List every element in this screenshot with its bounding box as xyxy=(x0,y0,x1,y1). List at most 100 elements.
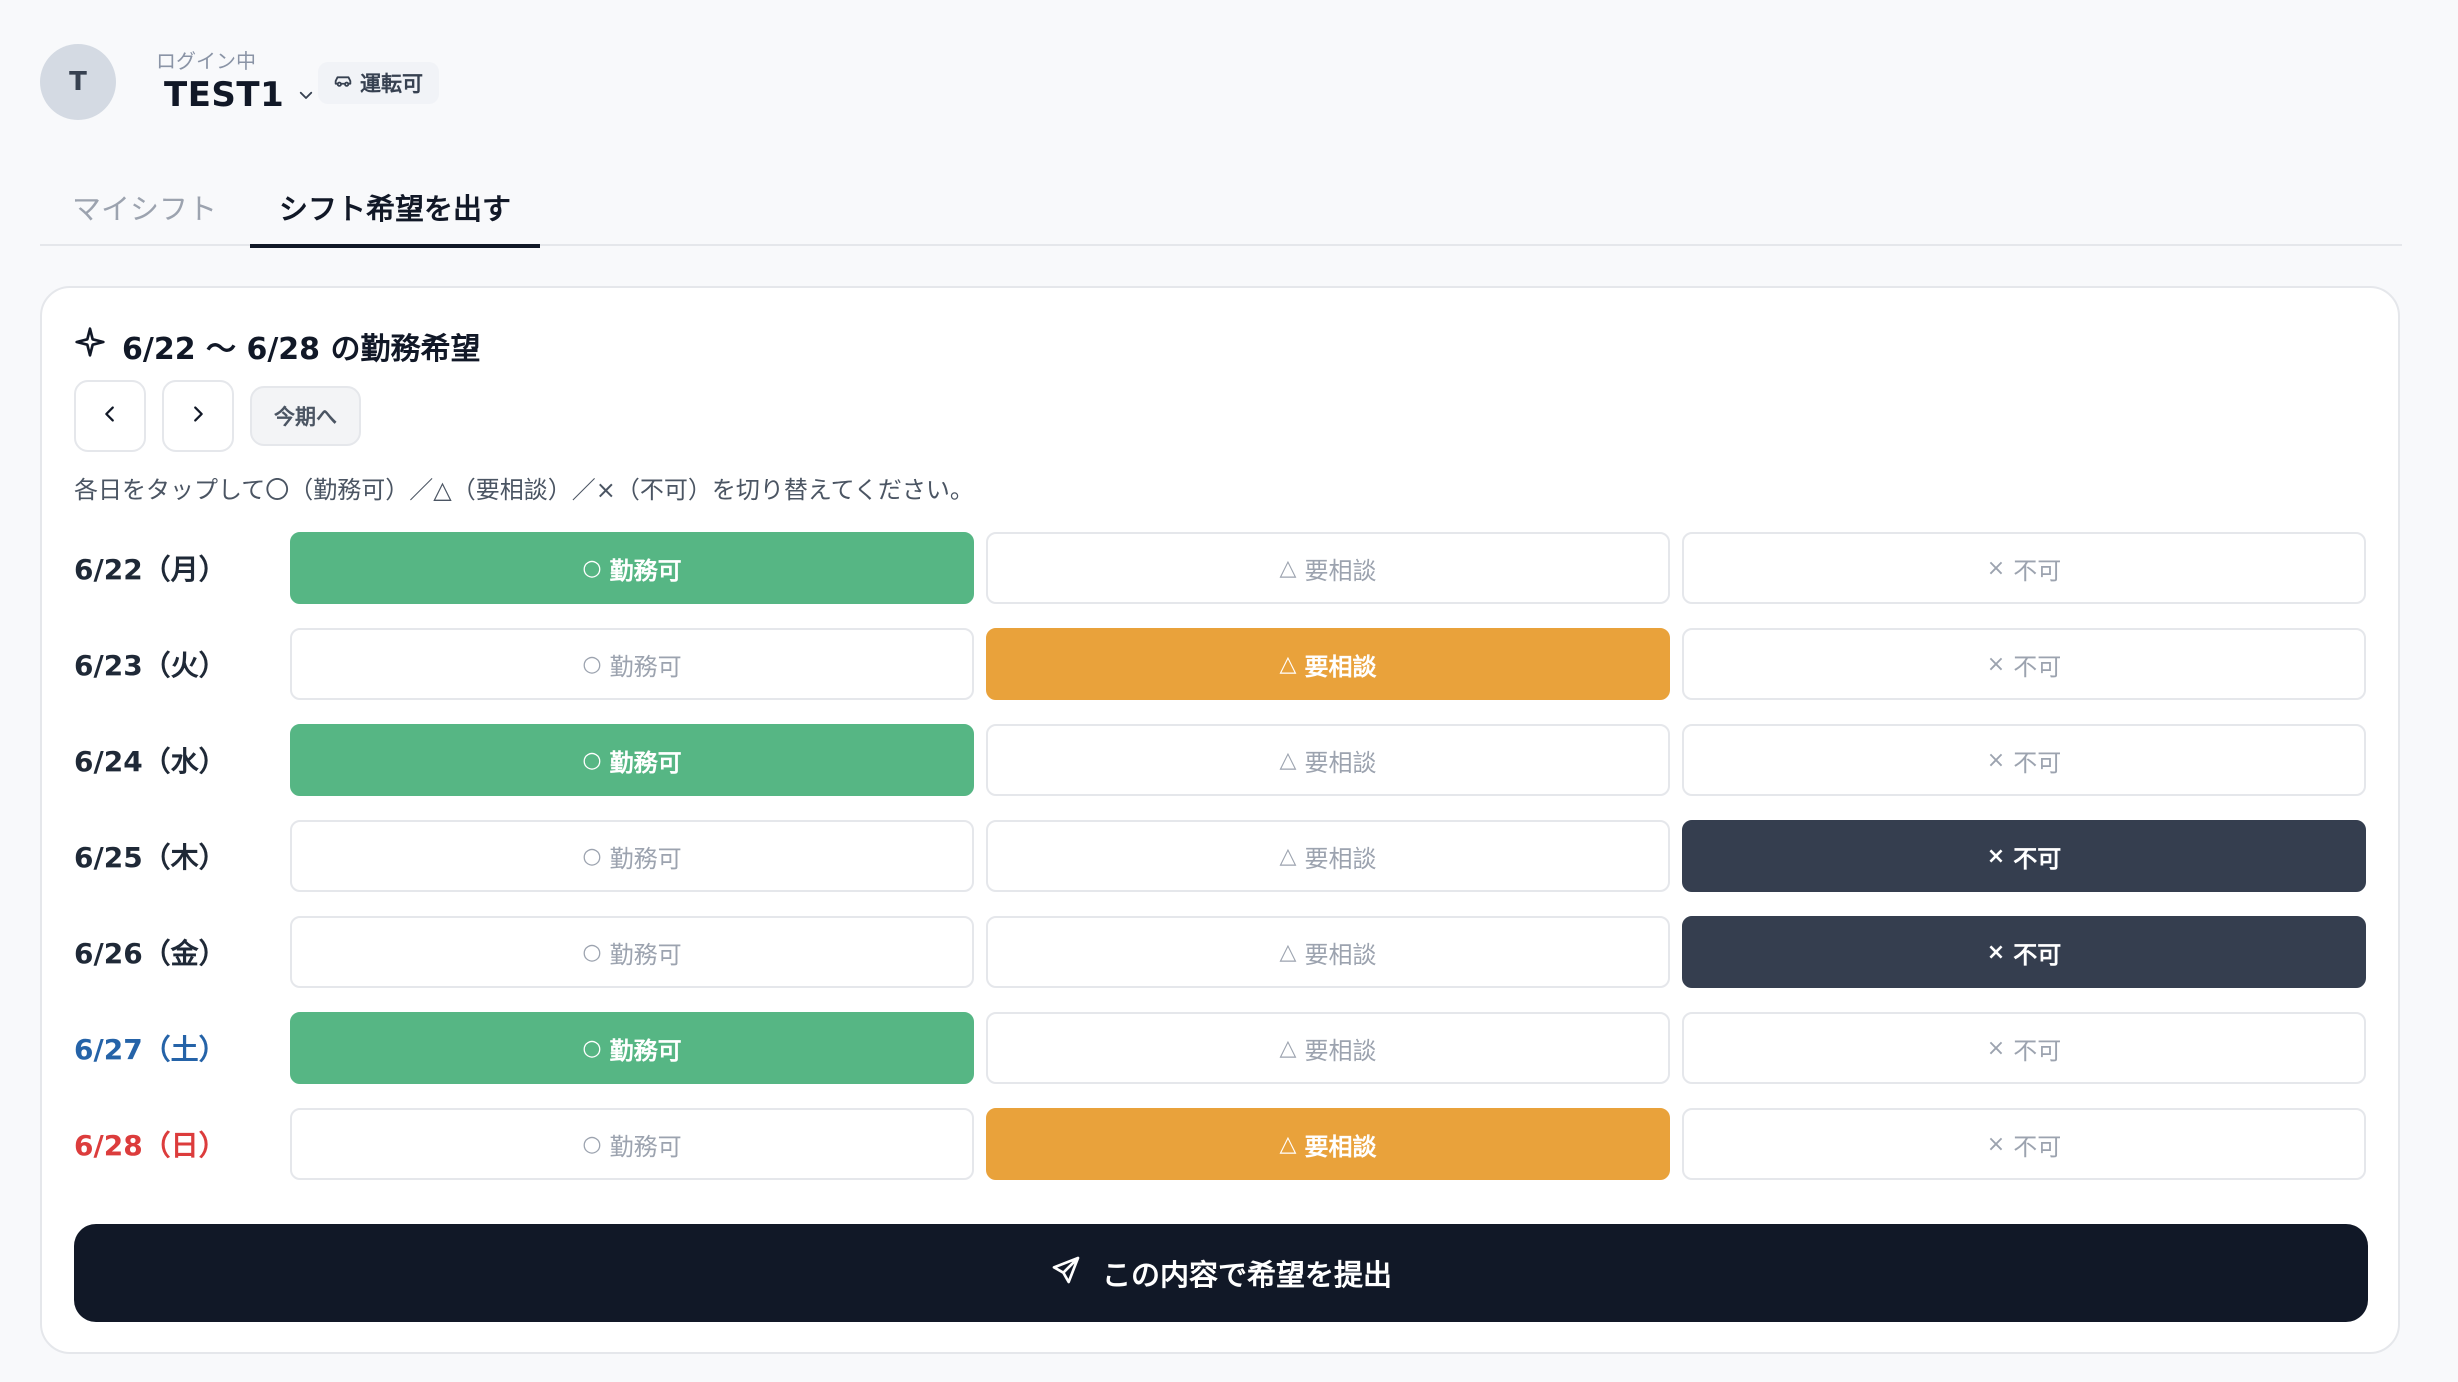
day-date-label: 6/22（月） xyxy=(74,553,227,586)
option-consult-button[interactable]: △ 要相談 xyxy=(986,1012,1670,1084)
day-date-label: 6/28（日） xyxy=(74,1129,227,1162)
option-available-label: 勤務可 xyxy=(609,652,682,681)
chevron-down-icon xyxy=(296,85,316,105)
login-status-label: ログイン中 xyxy=(156,49,256,73)
option-available-symbol: ○ xyxy=(582,747,602,773)
drive-ok-label: 運転可 xyxy=(360,72,423,96)
option-consult-symbol: △ xyxy=(1279,1035,1297,1061)
option-unavailable-button[interactable]: × 不可 xyxy=(1682,1012,2366,1084)
option-consult-symbol: △ xyxy=(1279,939,1297,965)
option-consult-button[interactable]: △ 要相談 xyxy=(986,916,1670,988)
option-available-button[interactable]: ○ 勤務可 xyxy=(290,628,974,700)
prev-period-button[interactable] xyxy=(74,380,146,452)
option-unavailable-button[interactable]: × 不可 xyxy=(1682,628,2366,700)
day-row: 6/28（日） ○ 勤務可 △ 要相談 × 不可 xyxy=(74,1108,2368,1180)
option-unavailable-button[interactable]: × 不可 xyxy=(1682,820,2366,892)
option-available-button[interactable]: ○ 勤務可 xyxy=(290,724,974,796)
option-available-label: 勤務可 xyxy=(609,940,682,969)
option-unavailable-button[interactable]: × 不可 xyxy=(1682,532,2366,604)
option-available-button[interactable]: ○ 勤務可 xyxy=(290,1108,974,1180)
option-unavailable-symbol: × xyxy=(1986,555,2006,581)
day-row: 6/27（土） ○ 勤務可 △ 要相談 × 不可 xyxy=(74,1012,2368,1084)
user-info: ログイン中 TEST1 xyxy=(140,49,316,115)
period-nav: 今期へ xyxy=(74,380,361,452)
option-consult-symbol: △ xyxy=(1279,555,1297,581)
chevron-right-icon xyxy=(187,403,209,429)
submit-button[interactable]: この内容で希望を提出 xyxy=(74,1224,2368,1322)
option-available-label: 勤務可 xyxy=(609,1036,682,1065)
period-title: 6/22 〜 6/28 の勤務希望 xyxy=(122,332,481,367)
option-available-label: 勤務可 xyxy=(609,844,682,873)
day-date-label: 6/23（火） xyxy=(74,649,227,682)
option-available-symbol: ○ xyxy=(582,843,602,869)
tab-shift-request[interactable]: シフト希望を出す xyxy=(250,168,540,248)
option-unavailable-label: 不可 xyxy=(2013,748,2062,777)
tab-bar: マイシフト シフト希望を出す xyxy=(40,168,2402,248)
option-consult-button[interactable]: △ 要相談 xyxy=(986,628,1670,700)
day-date-label: 6/25（木） xyxy=(74,841,227,874)
card-title: 6/22 〜 6/28 の勤務希望 xyxy=(74,324,481,368)
option-consult-label: 要相談 xyxy=(1304,844,1377,873)
option-available-symbol: ○ xyxy=(582,1035,602,1061)
option-consult-label: 要相談 xyxy=(1304,940,1377,969)
option-available-symbol: ○ xyxy=(582,939,602,965)
option-available-symbol: ○ xyxy=(582,651,602,677)
day-date-label: 6/24（水） xyxy=(74,745,227,778)
car-icon xyxy=(332,70,360,97)
option-available-label: 勤務可 xyxy=(609,556,682,585)
option-unavailable-label: 不可 xyxy=(2013,556,2062,585)
option-consult-label: 要相談 xyxy=(1304,1132,1377,1161)
tab-my-shift[interactable]: マイシフト xyxy=(40,168,250,246)
day-rows: 6/22（月） ○ 勤務可 △ 要相談 × 不可 6/23（火） ○ 勤務可 △ 要相談 × 不可 6/24… xyxy=(74,532,2368,1204)
option-unavailable-symbol: × xyxy=(1986,1035,2006,1061)
option-unavailable-symbol: × xyxy=(1986,939,2006,965)
option-unavailable-symbol: × xyxy=(1986,1131,2006,1157)
day-row: 6/24（水） ○ 勤務可 △ 要相談 × 不可 xyxy=(74,724,2368,796)
option-unavailable-label: 不可 xyxy=(2013,1132,2062,1161)
option-unavailable-symbol: × xyxy=(1986,843,2006,869)
day-date-label: 6/27（土） xyxy=(74,1033,227,1066)
user-switcher[interactable]: TEST1 xyxy=(164,75,316,115)
option-available-label: 勤務可 xyxy=(609,1132,682,1161)
option-unavailable-label: 不可 xyxy=(2013,940,2062,969)
option-consult-symbol: △ xyxy=(1279,843,1297,869)
next-period-button[interactable] xyxy=(162,380,234,452)
send-icon xyxy=(1050,1254,1102,1293)
option-consult-symbol: △ xyxy=(1279,747,1297,773)
day-row: 6/22（月） ○ 勤務可 △ 要相談 × 不可 xyxy=(74,532,2368,604)
instruction-text: 各日をタップして〇（勤務可）／△（要相談）／×（不可）を切り替えてください。 xyxy=(74,476,974,504)
option-consult-label: 要相談 xyxy=(1304,652,1377,681)
drive-ok-badge: 運転可 xyxy=(318,62,439,104)
option-consult-label: 要相談 xyxy=(1304,1036,1377,1065)
option-consult-button[interactable]: △ 要相談 xyxy=(986,820,1670,892)
day-row: 6/25（木） ○ 勤務可 △ 要相談 × 不可 xyxy=(74,820,2368,892)
option-consult-symbol: △ xyxy=(1279,651,1297,677)
option-available-label: 勤務可 xyxy=(609,748,682,777)
current-period-button[interactable]: 今期へ xyxy=(250,386,361,446)
day-date-label: 6/26（金） xyxy=(74,937,227,970)
option-available-symbol: ○ xyxy=(582,1131,602,1157)
avatar: T xyxy=(40,44,116,120)
sparkle-icon xyxy=(74,326,122,366)
option-available-button[interactable]: ○ 勤務可 xyxy=(290,916,974,988)
option-consult-button[interactable]: △ 要相談 xyxy=(986,724,1670,796)
option-consult-button[interactable]: △ 要相談 xyxy=(986,1108,1670,1180)
option-consult-button[interactable]: △ 要相談 xyxy=(986,532,1670,604)
option-unavailable-button[interactable]: × 不可 xyxy=(1682,1108,2366,1180)
option-unavailable-label: 不可 xyxy=(2013,1036,2062,1065)
option-unavailable-button[interactable]: × 不可 xyxy=(1682,916,2366,988)
option-consult-label: 要相談 xyxy=(1304,748,1377,777)
option-available-button[interactable]: ○ 勤務可 xyxy=(290,820,974,892)
shift-request-card: 6/22 〜 6/28 の勤務希望 今期へ 各日をタップして〇（勤務可）／△（要… xyxy=(40,286,2400,1354)
day-row: 6/26（金） ○ 勤務可 △ 要相談 × 不可 xyxy=(74,916,2368,988)
chevron-left-icon xyxy=(99,403,121,429)
option-available-button[interactable]: ○ 勤務可 xyxy=(290,532,974,604)
user-name: TEST1 xyxy=(164,75,285,115)
option-unavailable-button[interactable]: × 不可 xyxy=(1682,724,2366,796)
user-header: T ログイン中 TEST1 xyxy=(40,44,316,120)
option-unavailable-label: 不可 xyxy=(2013,652,2062,681)
submit-label: この内容で希望を提出 xyxy=(1101,1258,1392,1292)
option-consult-label: 要相談 xyxy=(1304,556,1377,585)
option-available-button[interactable]: ○ 勤務可 xyxy=(290,1012,974,1084)
option-unavailable-symbol: × xyxy=(1986,747,2006,773)
